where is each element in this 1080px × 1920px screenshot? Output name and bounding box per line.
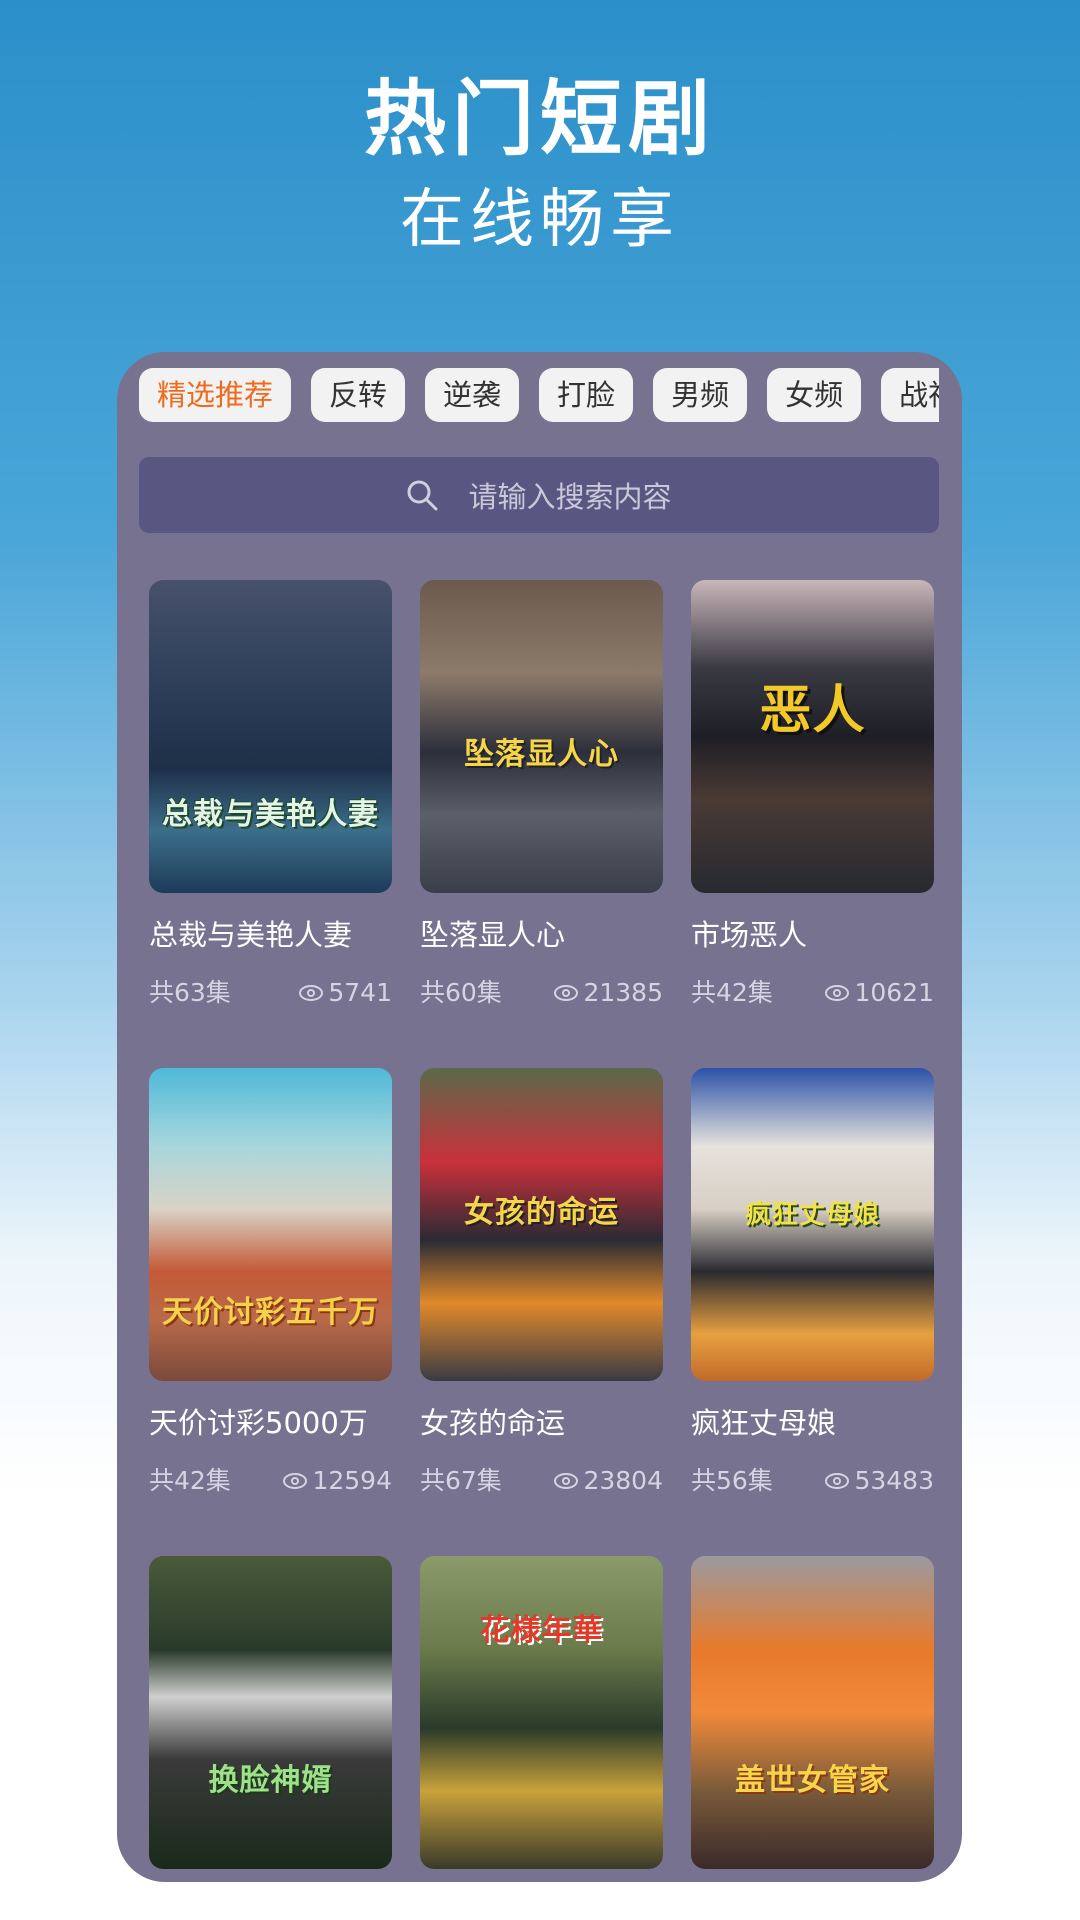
episode-count: 共60集 (420, 978, 502, 1007)
view-number: 23804 (583, 1466, 663, 1495)
drama-poster[interactable]: 女孩的命运 (420, 1068, 663, 1381)
poster-title: 花様年華 (479, 1613, 604, 1648)
drama-card[interactable]: 花様年華 (420, 1556, 663, 1869)
drama-card[interactable]: 坠落显人心 坠落显人心 共60集 21385 (420, 580, 663, 1011)
drama-title[interactable]: 女孩的命运 (420, 1403, 663, 1443)
tab-reversal[interactable]: 反转 (311, 368, 406, 422)
drama-poster[interactable]: 换脸神婿 (149, 1556, 392, 1869)
drama-title[interactable]: 市场恶人 (691, 915, 934, 955)
view-count: 10621 (824, 975, 934, 1011)
poster-title: 女孩的命运 (464, 1195, 619, 1230)
eye-icon (554, 985, 579, 1001)
tab-female[interactable]: 女频 (767, 368, 862, 422)
drama-poster[interactable]: 总裁与美艳人妻 (149, 580, 392, 893)
poster-title: 天价讨彩五千万 (162, 1295, 379, 1330)
hero-subtitle: 在线畅享 (400, 183, 680, 257)
drama-card[interactable]: 换脸神婿 (149, 1556, 392, 1869)
eye-icon (554, 1473, 579, 1489)
view-count: 21385 (553, 975, 663, 1011)
app-panel: 精选推荐反转逆袭打脸男频女频战神 请输入搜索内容 总裁与美艳人妻 总裁与美艳人妻… (117, 352, 962, 1882)
drama-card[interactable]: 天价讨彩五千万 天价讨彩5000万 共42集 12594 (149, 1068, 392, 1499)
drama-poster[interactable]: 盖世女管家 (691, 1556, 934, 1869)
eye-icon (283, 1473, 308, 1489)
drama-poster[interactable]: 花様年華 (420, 1556, 663, 1869)
drama-title[interactable]: 坠落显人心 (420, 915, 663, 955)
tab-comeback[interactable]: 逆袭 (425, 368, 520, 422)
search-icon (407, 480, 438, 511)
view-count: 23804 (553, 1463, 663, 1499)
episode-count: 共42集 (691, 978, 773, 1007)
view-number: 10621 (854, 978, 934, 1007)
drama-title[interactable]: 总裁与美艳人妻 (149, 915, 392, 955)
drama-meta: 共63集 5741 (149, 975, 392, 1011)
drama-poster[interactable]: 天价讨彩五千万 (149, 1068, 392, 1381)
tab-male[interactable]: 男频 (653, 368, 748, 422)
view-count: 5741 (298, 975, 392, 1011)
drama-card[interactable]: 总裁与美艳人妻 总裁与美艳人妻 共63集 5741 (149, 580, 392, 1011)
view-number: 12594 (312, 1466, 392, 1495)
view-number: 21385 (583, 978, 663, 1007)
drama-poster[interactable]: 疯狂丈母娘 (691, 1068, 934, 1381)
drama-poster[interactable]: 坠落显人心 (420, 580, 663, 893)
search-input[interactable]: 请输入搜索内容 (468, 474, 671, 516)
episode-count: 共67集 (420, 1466, 502, 1495)
view-number: 53483 (854, 1466, 934, 1495)
poster-title: 疯狂丈母娘 (744, 1200, 880, 1230)
hero-title: 热门短剧 (363, 72, 716, 167)
poster-title: 恶人 (759, 681, 866, 741)
poster-title: 盖世女管家 (735, 1763, 890, 1798)
drama-card[interactable]: 疯狂丈母娘 疯狂丈母娘 共56集 53483 (691, 1068, 934, 1499)
drama-card[interactable]: 女孩的命运 女孩的命运 共67集 23804 (420, 1068, 663, 1499)
drama-card[interactable]: 恶人 市场恶人 共42集 10621 (691, 580, 934, 1011)
hero-header: 热门短剧 在线畅享 (0, 70, 1080, 270)
drama-meta: 共42集 10621 (691, 975, 934, 1011)
search-bar[interactable]: 请输入搜索内容 (139, 457, 939, 533)
drama-poster[interactable]: 恶人 (691, 580, 934, 893)
drama-meta: 共56集 53483 (691, 1463, 934, 1499)
view-number: 5741 (328, 978, 392, 1007)
view-count: 12594 (282, 1463, 392, 1499)
tab-featured[interactable]: 精选推荐 (139, 368, 292, 422)
drama-title[interactable]: 疯狂丈母娘 (691, 1403, 934, 1443)
episode-count: 共56集 (691, 1466, 773, 1495)
poster-title: 坠落显人心 (464, 737, 619, 772)
poster-title: 总裁与美艳人妻 (162, 797, 379, 832)
drama-title[interactable]: 天价讨彩5000万 (149, 1403, 392, 1443)
episode-count: 共42集 (149, 1466, 231, 1495)
tab-face-slap[interactable]: 打脸 (539, 368, 634, 422)
category-tabs[interactable]: 精选推荐反转逆袭打脸男频女频战神 (139, 368, 939, 428)
episode-count: 共63集 (149, 978, 231, 1007)
poster-title: 换脸神婿 (208, 1763, 333, 1798)
drama-meta: 共60集 21385 (420, 975, 663, 1011)
drama-card[interactable]: 盖世女管家 (691, 1556, 934, 1869)
eye-icon (299, 985, 324, 1001)
eye-icon (825, 1473, 850, 1489)
drama-meta: 共67集 23804 (420, 1463, 663, 1499)
view-count: 53483 (824, 1463, 934, 1499)
tab-war-god[interactable]: 战神 (881, 368, 939, 422)
eye-icon (825, 985, 850, 1001)
drama-meta: 共42集 12594 (149, 1463, 392, 1499)
